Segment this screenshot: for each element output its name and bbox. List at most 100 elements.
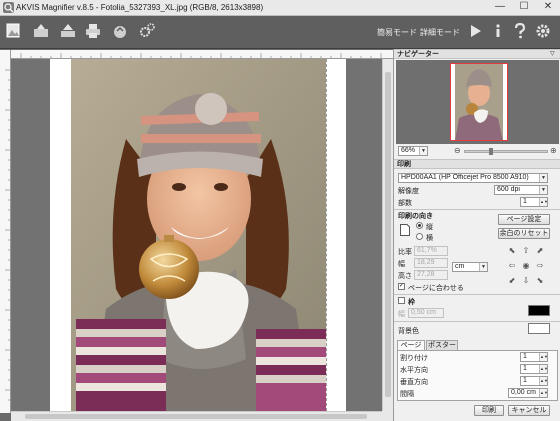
- copies-stepper[interactable]: 1 ▲▼: [520, 197, 548, 207]
- print-button[interactable]: 印刷: [474, 405, 504, 416]
- width-field: 18,29: [414, 258, 448, 268]
- horizontal-scroll-thumb[interactable]: [25, 414, 367, 419]
- navigator-header[interactable]: ナビゲーター: [394, 49, 560, 59]
- copies-label: 部数: [398, 200, 412, 207]
- page-orientation-icon: [400, 224, 410, 236]
- align-top-icon[interactable]: ⇧: [521, 246, 531, 256]
- align-bottom-right-icon[interactable]: ⬊: [535, 276, 545, 286]
- landscape-label: 横: [426, 235, 433, 242]
- fit-to-page-checkbox[interactable]: ✓: [398, 283, 405, 290]
- maximize-button[interactable]: ☐: [512, 1, 536, 14]
- background-color-label: 背景色: [398, 328, 419, 335]
- zoom-slider-handle[interactable]: [489, 148, 493, 155]
- portrait-radio[interactable]: [416, 222, 423, 229]
- unit-dropdown[interactable]: cm ▼: [452, 262, 488, 272]
- height-label: 高さ: [398, 273, 412, 280]
- align-bottom-left-icon[interactable]: ⬋: [507, 276, 517, 286]
- frame-width-label: 幅: [398, 311, 405, 318]
- resolution-value: 600 dpi: [497, 186, 520, 193]
- spacing-label: 間隔: [400, 391, 414, 398]
- undo-icon[interactable]: [111, 22, 129, 40]
- frame-color-swatch[interactable]: [528, 305, 550, 316]
- landscape-radio[interactable]: [416, 233, 423, 240]
- copies-value: 1: [523, 198, 527, 205]
- orientation-divider: [394, 209, 560, 210]
- height-value: 27,28: [417, 271, 435, 278]
- navigator-view-frame[interactable]: [450, 63, 508, 141]
- align-center-icon[interactable]: ◉: [521, 261, 531, 271]
- print-icon[interactable]: [84, 22, 102, 40]
- stepper-icon[interactable]: ▲▼: [539, 377, 547, 385]
- horizontal-value: 1: [523, 365, 527, 372]
- align-right-icon[interactable]: ⇨: [535, 261, 545, 271]
- navigator-thumbnail-area[interactable]: [396, 60, 559, 144]
- tab-poster[interactable]: ポスター: [426, 340, 458, 350]
- split-stepper[interactable]: 1 ▲▼: [520, 352, 548, 362]
- frame-divider: [394, 294, 560, 295]
- width-label: 幅: [398, 261, 405, 268]
- minimize-button[interactable]: —: [488, 1, 512, 14]
- vertical-scroll-thumb[interactable]: [385, 72, 391, 397]
- settings-gears-icon[interactable]: [138, 22, 156, 40]
- advanced-mode-button[interactable]: 詳細モード: [420, 27, 460, 38]
- vertical-scrollbar[interactable]: [382, 59, 393, 411]
- stepper-icon[interactable]: ▲▼: [539, 353, 547, 361]
- align-bottom-icon[interactable]: ⇩: [521, 276, 531, 286]
- spacing-stepper[interactable]: 0,00 cm ▲▼: [508, 388, 548, 398]
- settings-panel: ナビゲーター ▽ 66% ▼ ⊖ ⊕ 印刷 HPD00AA1 (HP Offic…: [393, 49, 560, 421]
- vertical-ruler: [0, 50, 11, 413]
- background-color-swatch[interactable]: [528, 323, 550, 334]
- unit-value: cm: [455, 263, 465, 270]
- frame-checkbox[interactable]: [398, 297, 405, 304]
- frame-width-value: 0,50 cm: [411, 309, 436, 316]
- tab-page[interactable]: ページ: [397, 340, 425, 350]
- frame-width-field: 0,50 cm: [408, 308, 444, 318]
- zoom-in-icon[interactable]: ⊕: [550, 146, 557, 155]
- close-button[interactable]: ✕: [536, 1, 560, 14]
- ratio-value: 61,7%: [417, 247, 437, 254]
- ratio-field: 61,7%: [414, 246, 448, 256]
- cancel-button[interactable]: キャンセル: [508, 405, 550, 416]
- chevron-down-icon: ▼: [479, 263, 487, 271]
- ratio-label: 比率: [398, 249, 412, 256]
- collapse-arrow-icon[interactable]: ▽: [550, 50, 555, 57]
- zoom-dropdown[interactable]: 66% ▼: [398, 146, 428, 156]
- publish-icon[interactable]: [59, 22, 77, 40]
- align-top-right-icon[interactable]: ⬈: [535, 246, 545, 256]
- background-divider: [394, 321, 560, 322]
- stepper-icon[interactable]: ▲▼: [539, 365, 547, 373]
- width-value: 18,29: [417, 259, 435, 266]
- title-bar: AKVIS Magnifier v.8.5 - Fotolia_5327393_…: [0, 0, 560, 16]
- preferences-icon[interactable]: [534, 22, 552, 40]
- printer-dropdown[interactable]: HPD00AA1 (HP Officejet Pro 8500 A910) ▼: [398, 173, 548, 183]
- horizontal-stepper[interactable]: 1 ▲▼: [520, 364, 548, 374]
- open-image-icon[interactable]: [4, 22, 22, 40]
- vertical-label: 垂直方向: [400, 379, 428, 386]
- right-margin-guide[interactable]: [326, 59, 327, 411]
- window-title: AKVIS Magnifier v.8.5 - Fotolia_5327393_…: [16, 3, 264, 12]
- zoom-out-icon[interactable]: ⊖: [454, 146, 461, 155]
- navigator-thumbnail[interactable]: [450, 63, 508, 141]
- save-icon[interactable]: [32, 22, 50, 40]
- simple-mode-button[interactable]: 簡易モード: [377, 27, 417, 38]
- split-label: 割り付け: [400, 355, 428, 362]
- zoom-value: 66%: [401, 147, 416, 154]
- run-icon[interactable]: [466, 22, 484, 40]
- zoom-slider[interactable]: [464, 148, 548, 155]
- horizontal-ruler: [11, 50, 393, 59]
- info-icon[interactable]: [489, 22, 507, 40]
- reset-margins-button[interactable]: 余白のリセット: [498, 228, 550, 239]
- page-setup-button[interactable]: ページ設定: [498, 214, 550, 225]
- horizontal-scrollbar[interactable]: [11, 411, 382, 421]
- align-top-left-icon[interactable]: ⬉: [507, 246, 517, 256]
- align-left-icon[interactable]: ⇦: [507, 261, 517, 271]
- stepper-icon[interactable]: ▲▼: [539, 198, 547, 206]
- resolution-dropdown[interactable]: 600 dpi ▼: [494, 185, 548, 195]
- help-icon[interactable]: [511, 22, 529, 40]
- horizontal-label: 水平方向: [400, 367, 428, 374]
- spacing-value: 0,00 cm: [511, 389, 536, 396]
- vertical-stepper[interactable]: 1 ▲▼: [520, 376, 548, 386]
- print-preview-canvas[interactable]: [11, 59, 382, 411]
- stepper-icon[interactable]: ▲▼: [539, 389, 547, 397]
- toolbar: 簡易モード 詳細モード: [0, 16, 560, 49]
